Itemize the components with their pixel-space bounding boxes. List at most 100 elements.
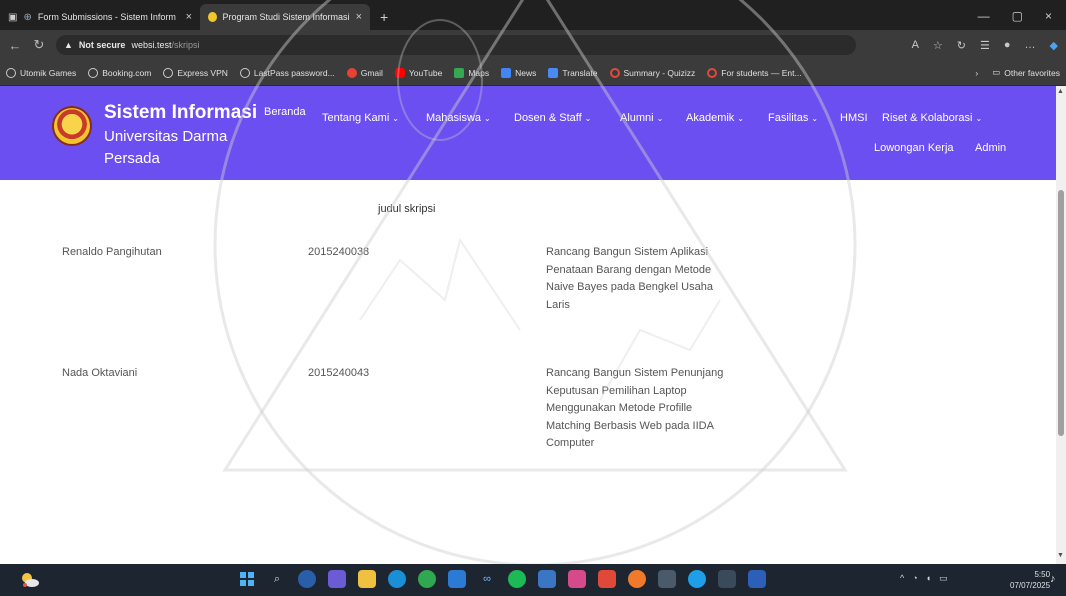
word-icon[interactable] [748,570,766,588]
thesis-title-line: Menggunakan Metode Profille [546,402,693,414]
page-scrollbar[interactable]: ▲ ▼ [1056,86,1066,564]
folder-label: Other favorites [1004,67,1060,78]
student-name: Nada Oktaviani [62,367,138,379]
refresh-circle-icon[interactable]: ↻ [957,39,966,52]
volume-icon[interactable]: ◖ [926,573,931,584]
profile-icon[interactable]: ● [1004,39,1011,52]
scrollbar-thumb[interactable] [1058,190,1064,436]
new-tab-button[interactable]: + [370,9,398,30]
nav-hmsi[interactable]: HMSI [840,112,868,124]
bookmark-label: Summary - Quizizz [623,67,696,78]
notification-bell-icon[interactable]: ♪ [1050,573,1056,585]
other-favorites-folder[interactable]: ▭ Other favorites [992,67,1060,78]
link-icon[interactable]: ∞ [478,570,496,588]
bookmark-quizizz[interactable]: Summary - Quizizz [609,67,696,78]
maximize-button[interactable]: ▢ [1012,9,1023,23]
nav-tentang-kami[interactable]: Tentang Kami ⌄ [322,112,399,124]
app-icon[interactable] [688,570,706,588]
more-bookmarks-chevron-icon[interactable]: › [975,68,978,78]
app-icon[interactable] [658,570,676,588]
app-icon[interactable] [568,570,586,588]
brand-title[interactable]: Sistem Informasi [104,102,257,124]
nav-beranda[interactable]: Beranda [264,106,306,118]
folder-icon: ▭ [992,67,1001,77]
file-explorer-icon[interactable] [358,570,376,588]
copilot-icon[interactable]: ◆ [1050,39,1058,52]
close-tab-icon[interactable]: × [186,11,192,23]
favorites-icon[interactable]: ☰ [980,39,990,52]
chrome-icon[interactable] [628,570,646,588]
nav-dosen-staff[interactable]: Dosen & Staff ⌄ [514,112,591,124]
bookmark-translate[interactable]: Translate [548,67,598,78]
start-button-icon[interactable] [238,570,256,588]
bookmark-news[interactable]: News [501,67,536,78]
spotify-icon[interactable] [508,570,526,588]
page-viewport: Sistem Informasi Universitas Darma Persa… [0,86,1056,564]
thesis-title-line: Rancang Bangun Sistem Aplikasi [546,246,709,258]
nav-mahasiswa[interactable]: Mahasiswa ⌄ [426,112,491,124]
bookmark-youtube[interactable]: YouTube [394,67,442,78]
column-header-judul: judul skripsi [378,203,436,215]
brand-subtitle-line2[interactable]: Persada [104,150,160,167]
thesis-title-line: Matching Berbasis Web pada IIDA [546,419,714,432]
nav-lowongan-kerja[interactable]: Lowongan Kerja [874,142,954,154]
bookmark-maps[interactable]: Maps [454,67,489,78]
taskbar-clock[interactable]: 5:50 07/07/2025 [1010,569,1050,591]
clock-time: 5:50 [1034,570,1051,579]
security-label[interactable]: Not secure [79,40,126,50]
favorite-star-icon[interactable]: ☆ [933,39,943,52]
show-hidden-icons-chevron-icon[interactable]: ^ [900,573,904,584]
tab-form-submissions[interactable]: ▣ ⊕ Form Submissions - Sistem Inform × [0,4,200,30]
vscode-icon[interactable] [448,570,466,588]
nav-alumni[interactable]: Alumni ⌄ [620,112,663,124]
wifi-icon[interactable]: ◔ [912,573,917,584]
close-window-button[interactable]: × [1045,9,1052,23]
bookmark-for-students[interactable]: For students — Ent... [707,67,802,78]
url-field[interactable]: ▲ Not secure websi.test /skripsi [56,35,856,55]
search-icon[interactable]: ⌕ [268,570,286,588]
refresh-button[interactable]: ↻ [32,37,46,53]
more-icon[interactable]: … [1025,39,1036,52]
browser-tab-bar: ▣ ⊕ Form Submissions - Sistem Inform × P… [0,0,1066,30]
site-navbar: Sistem Informasi Universitas Darma Persa… [0,86,1056,180]
nav-admin[interactable]: Admin [975,142,1006,154]
back-button[interactable]: ← [8,38,22,53]
bookmark-utomik[interactable]: Utomik Games [6,67,76,78]
copilot-icon[interactable] [298,570,316,588]
nav-label: Fasilitas [768,112,809,124]
nav-fasilitas[interactable]: Fasilitas ⌄ [768,112,818,124]
system-tray: ^ ◔ ◖ ▭ [900,573,948,584]
bookmark-label: Express VPN [177,67,228,78]
tab-actions-icon[interactable]: ▣ [8,12,17,23]
whatsapp-icon[interactable] [418,570,436,588]
close-tab-icon[interactable]: × [356,11,362,23]
bookmark-label: Gmail [360,67,383,78]
battery-icon[interactable]: ▭ [939,573,948,584]
read-aloud-icon[interactable]: A [912,39,919,52]
widgets-icon[interactable] [328,570,346,588]
bookmarks-right: › ▭ Other favorites [975,67,1060,78]
edge-browser-icon[interactable] [388,570,406,588]
bookmark-expressvpn[interactable]: Express VPN [163,67,228,78]
bookmark-lastpass[interactable]: LastPass password... [239,67,335,78]
bookmark-gmail[interactable]: Gmail [346,67,383,78]
terminal-icon[interactable] [718,570,736,588]
student-nim: 2015240038 [308,246,370,258]
translate-icon [548,67,559,78]
bookmark-booking[interactable]: Booking.com [88,67,151,78]
nav-akademik[interactable]: Akademik ⌄ [686,112,744,124]
brand-subtitle-line1[interactable]: Universitas Darma [104,128,227,145]
university-logo[interactable] [52,106,92,146]
tab-label: Program Studi Sistem Informasi [222,12,350,22]
minimize-button[interactable]: — [978,9,990,23]
app-icon[interactable] [538,570,556,588]
scroll-up-icon[interactable]: ▲ [1057,88,1064,95]
nav-label: Riset & Kolaborasi [882,112,973,124]
nav-label: Tentang Kami [322,112,390,124]
nav-riset-kolaborasi[interactable]: Riset & Kolaborasi ⌄ [882,112,982,124]
tab-program-studi[interactable]: Program Studi Sistem Informasi × [200,4,370,30]
scroll-down-icon[interactable]: ▼ [1057,552,1064,559]
app-icon[interactable] [598,570,616,588]
nav-label: Mahasiswa [426,112,482,124]
weather-widget-icon[interactable] [20,571,40,589]
